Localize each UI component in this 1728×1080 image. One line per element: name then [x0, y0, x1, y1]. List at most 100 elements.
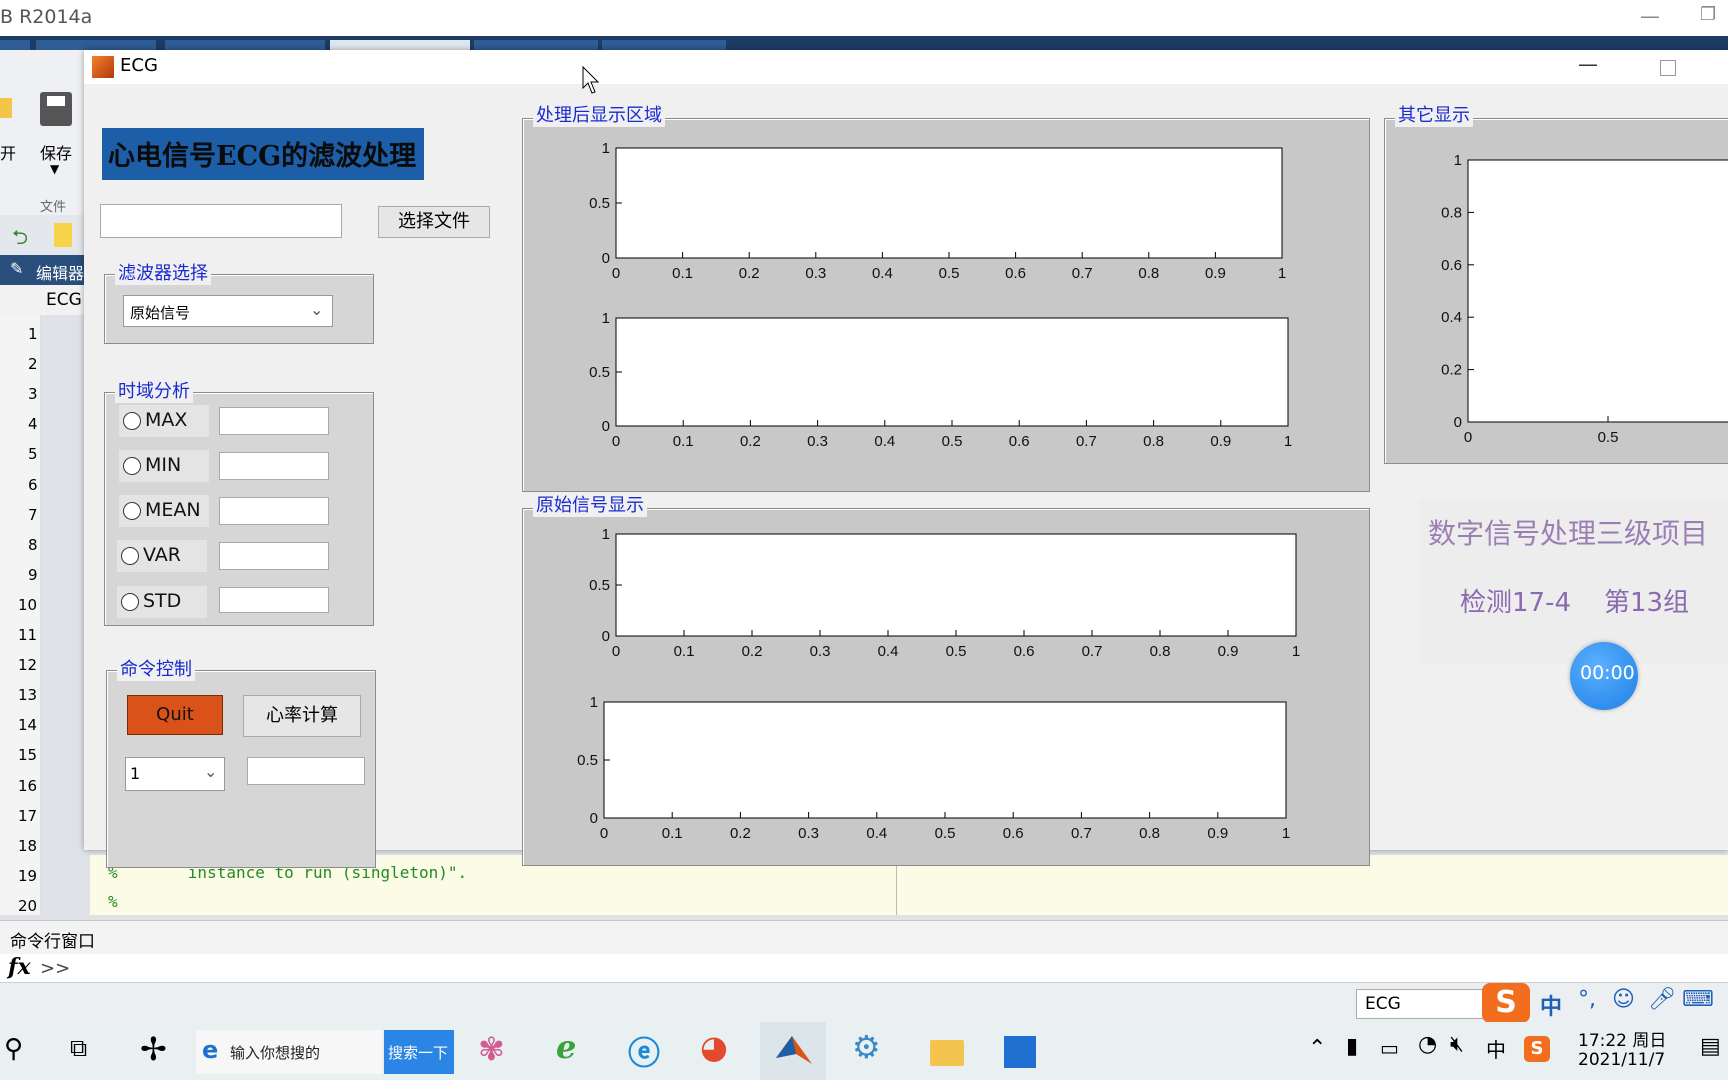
clock-date[interactable]: 2021/11/7	[1578, 1050, 1665, 1070]
code-comment-prefix: %	[108, 892, 118, 911]
folder-icon[interactable]	[54, 223, 72, 247]
matlab-taskbar-item[interactable]	[760, 1022, 826, 1080]
line-number: 6	[28, 475, 38, 494]
pinwheel-icon[interactable]: ✾	[478, 1030, 505, 1068]
timer-text: 00:00	[1580, 662, 1635, 684]
taskbar-search-button-label[interactable]: 搜索一下	[388, 1042, 448, 1063]
x-tick-label: 0.7	[1082, 643, 1103, 660]
x-tick-label: 0.3	[810, 643, 831, 660]
command-window-header: 命令行窗口	[0, 920, 1728, 955]
fx-icon[interactable]: fx	[8, 954, 31, 980]
timer-widget[interactable]: 00:00	[1570, 642, 1638, 710]
file-group-label: 文件	[40, 200, 67, 215]
open-label[interactable]: 开	[0, 140, 16, 164]
save-label[interactable]: 保存	[40, 140, 72, 164]
x-tick-label: 1	[1278, 265, 1286, 282]
x-tick-label: 0	[612, 265, 620, 282]
line-number: 15	[18, 746, 38, 765]
x-tick-label: 0	[612, 643, 620, 660]
edge-icon[interactable]: ⓔ	[628, 1028, 660, 1074]
matlab-icon	[776, 1036, 812, 1064]
x-tick-label: 0.7	[1071, 825, 1092, 842]
chevron-down-icon[interactable]: ▼	[50, 162, 59, 176]
microphone-tray-icon[interactable]: ▮	[1346, 1034, 1358, 1059]
line-number: 2	[28, 355, 38, 374]
line-number: 20	[18, 896, 38, 915]
taskbar-search-button[interactable]: 搜索一下	[384, 1030, 454, 1074]
y-tick-label: 0.6	[1441, 257, 1462, 274]
ribbon-tab[interactable]	[165, 40, 325, 50]
command-prompt: >>	[40, 958, 71, 979]
x-tick-label: 0.5	[1598, 429, 1619, 446]
y-tick-label: 0.2	[1441, 362, 1462, 379]
line-number: 17	[18, 806, 38, 825]
restore-icon[interactable]: ❐	[1700, 4, 1716, 25]
x-tick-label: 0.6	[1014, 643, 1035, 660]
ribbon-tab[interactable]	[0, 40, 30, 50]
x-tick-label: 0.1	[674, 643, 695, 660]
y-tick-label: 0.5	[589, 195, 610, 212]
gear-app-icon[interactable]: ⚙	[852, 1028, 881, 1066]
ribbon-tab[interactable]	[474, 40, 598, 50]
volume-muted-icon[interactable]: 🔇︎	[1450, 1032, 1464, 1057]
search-icon[interactable]: ⚲	[4, 1034, 23, 1064]
line-number: 18	[18, 836, 38, 855]
edit-icon: ✎	[10, 259, 24, 278]
arrow-icon[interactable]: ⮌	[12, 223, 28, 257]
file-tab[interactable]: ECG	[0, 285, 90, 315]
editor-tab-label: 编辑器	[36, 264, 85, 283]
save-icon[interactable]	[40, 92, 72, 126]
x-tick-label: 0.6	[1005, 265, 1026, 282]
chevron-up-icon[interactable]: ⌃	[1308, 1036, 1326, 1061]
quick-toolbar: ⮌	[0, 215, 90, 255]
line-number: 14	[18, 716, 38, 735]
line-number: 1	[28, 325, 38, 343]
axes-layer: 0 0.1 0.2 0.3 0.4 0.5 0.6 0.7 0.8 0.9 1 0 0.5 1 0 0.1 0.…	[577, 140, 1728, 842]
sogou-s-icon[interactable]: S	[1482, 983, 1530, 1023]
wifi-icon[interactable]: ◔	[1418, 1032, 1437, 1057]
x-tick-label: 0.8	[1143, 433, 1164, 450]
battery-icon[interactable]: ▭	[1380, 1036, 1399, 1060]
clock-time[interactable]: 17:22 周日	[1578, 1026, 1666, 1051]
minimize-icon[interactable]: —	[1640, 4, 1660, 28]
line-number: 16	[18, 776, 38, 795]
plot-area	[603, 701, 1287, 819]
open-folder-icon[interactable]	[0, 98, 12, 118]
x-tick-label: 0.7	[1076, 433, 1097, 450]
fan-icon[interactable]: ✢	[140, 1030, 167, 1068]
photos-icon[interactable]	[1004, 1036, 1036, 1068]
taskbar-search-box[interactable]: e 输入你想搜的	[196, 1030, 382, 1074]
x-tick-label: 0.4	[872, 265, 893, 282]
browser-e-icon[interactable]: ℯ	[556, 1028, 576, 1066]
task-view-icon[interactable]: ⧉	[70, 1034, 87, 1062]
chrome-like-icon[interactable]: ◕	[700, 1028, 728, 1066]
ribbon-tab[interactable]	[602, 40, 726, 50]
file-explorer-icon[interactable]	[930, 1040, 964, 1066]
ribbon-tab[interactable]	[330, 40, 470, 50]
ie-icon[interactable]: e	[202, 1036, 218, 1064]
x-tick-label: 0	[612, 433, 620, 450]
emoji-icon[interactable]: ☺	[1612, 987, 1635, 1012]
line-number: 4	[28, 415, 38, 434]
line-number: 10	[18, 595, 38, 614]
command-window[interactable]: fx >>	[0, 954, 1728, 982]
y-tick-label: 0	[1454, 414, 1462, 431]
x-tick-label: 0.2	[740, 433, 761, 450]
punctuation-icon[interactable]: °,	[1578, 987, 1596, 1012]
sogou-tray-icon[interactable]: S	[1524, 1036, 1550, 1062]
file-tab-label[interactable]: ECG	[46, 290, 82, 310]
project-info: 数字信号处理三级项目 检测17-4 第13组	[1420, 500, 1728, 664]
y-tick-label: 0.5	[589, 364, 610, 381]
keyboard-icon[interactable]: ⌨	[1682, 987, 1714, 1012]
microphone-icon[interactable]: 🎤︎	[1648, 987, 1676, 1012]
ecg-window: ECG — 心电信号ECG的滤波处理 选择文件 滤波器选择 原始信号 ⌄ 时域分…	[84, 50, 1728, 868]
tray-lang[interactable]: 中	[1486, 1034, 1506, 1063]
ribbon-tab[interactable]	[36, 40, 156, 50]
x-tick-label: 0.8	[1139, 825, 1160, 842]
x-tick-label: 0.3	[805, 265, 826, 282]
matlab-titlebar: B R2014a — ❐	[0, 0, 1728, 36]
ime-mode[interactable]: 中	[1540, 989, 1562, 1021]
line-number: 8	[28, 535, 38, 554]
notification-icon[interactable]: ▤	[1700, 1034, 1721, 1059]
line-number: 7	[28, 505, 38, 524]
